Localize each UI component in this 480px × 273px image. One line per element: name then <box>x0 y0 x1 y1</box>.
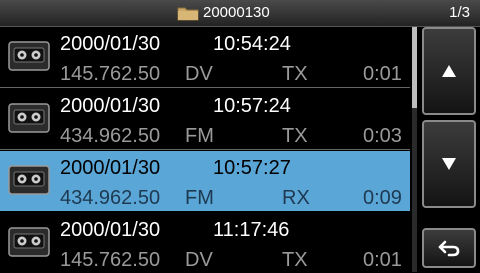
recording-time: 11:17:46 <box>213 219 290 241</box>
title-bar: 20000130 1/3 <box>0 0 480 27</box>
recording-row-selected[interactable]: 2000/01/30 10:57:27 434.962.50 FM RX 0:0… <box>0 151 410 211</box>
recording-row[interactable]: 2000/01/30 10:57:24 434.962.50 FM TX 0:0… <box>0 89 410 150</box>
arrow-up-icon <box>442 65 456 77</box>
recording-mode: FM <box>185 125 214 147</box>
arrow-down-icon <box>442 158 456 170</box>
recording-frequency: 145.762.50 <box>60 249 161 271</box>
folder-name: 20000130 <box>203 4 270 21</box>
voice-recording-tape-icon <box>8 41 50 71</box>
recording-row[interactable]: 2000/01/30 10:54:24 145.762.50 DV TX 0:0… <box>0 27 410 88</box>
recording-date: 2000/01/30 <box>60 95 161 117</box>
recording-time: 10:54:24 <box>213 33 291 55</box>
scrollbar-thumb[interactable] <box>412 27 417 108</box>
recording-list: 2000/01/30 10:54:24 145.762.50 DV TX 0:0… <box>0 27 410 272</box>
back-button[interactable] <box>422 228 476 268</box>
recording-frequency: 434.962.50 <box>60 187 161 209</box>
recording-row[interactable]: 2000/01/30 11:17:46 145.762.50 DV TX 0:0… <box>0 213 410 273</box>
return-icon <box>438 240 460 257</box>
recording-direction: RX <box>282 187 310 209</box>
recording-duration: 0:01 <box>363 249 402 271</box>
recording-duration: 0:01 <box>363 63 402 85</box>
recording-time: 10:57:24 <box>213 95 291 117</box>
recording-frequency: 145.762.50 <box>60 63 161 85</box>
page-indicator: 1/3 <box>449 4 470 21</box>
voice-recording-tape-icon <box>8 165 50 195</box>
recording-date: 2000/01/30 <box>60 219 161 241</box>
scrollbar[interactable] <box>412 27 417 272</box>
recording-direction: TX <box>282 63 308 85</box>
recording-date: 2000/01/30 <box>60 33 161 55</box>
recording-date: 2000/01/30 <box>60 157 161 179</box>
recording-direction: TX <box>282 249 308 271</box>
recording-direction: TX <box>282 125 308 147</box>
recording-time: 10:57:27 <box>213 157 291 179</box>
recording-mode: DV <box>185 249 213 271</box>
recording-duration: 0:03 <box>363 125 402 147</box>
row-divider <box>0 87 410 88</box>
scroll-up-button[interactable] <box>422 27 476 115</box>
recording-mode: DV <box>185 63 213 85</box>
recording-frequency: 434.962.50 <box>60 125 161 147</box>
folder-icon <box>177 7 199 21</box>
scroll-down-button[interactable] <box>422 120 476 208</box>
row-divider <box>0 149 410 150</box>
recording-mode: FM <box>185 187 214 209</box>
recording-duration: 0:09 <box>363 187 402 209</box>
voice-recording-tape-icon <box>8 103 50 133</box>
voice-recording-tape-icon <box>8 227 50 257</box>
